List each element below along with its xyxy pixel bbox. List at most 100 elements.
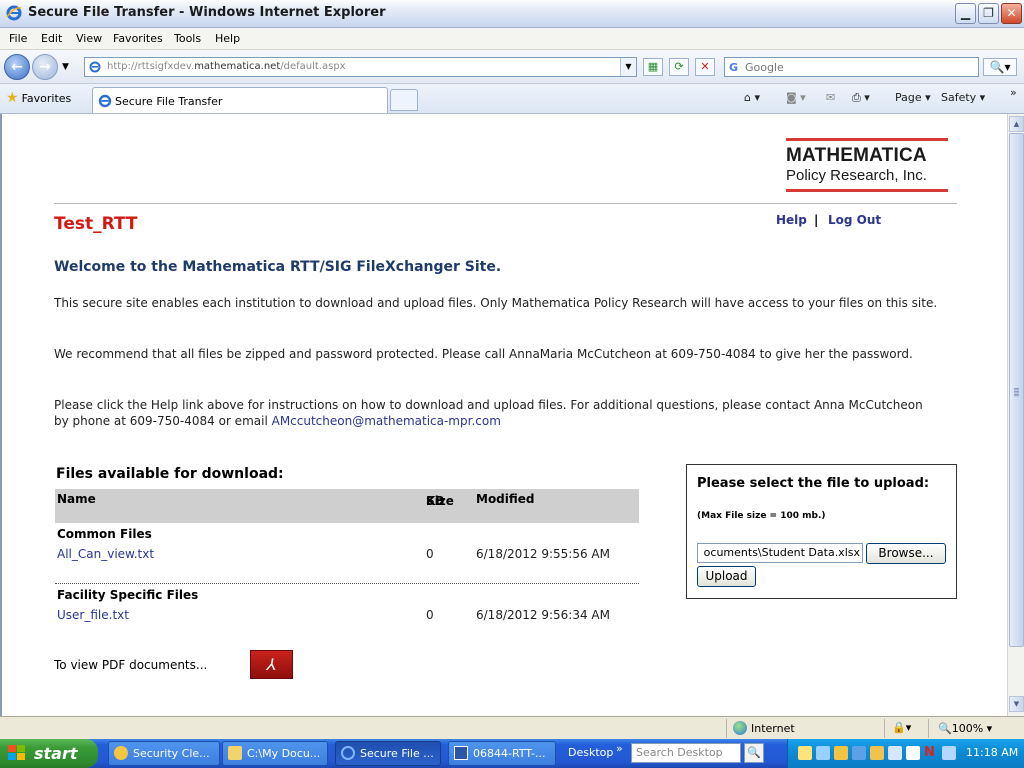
clock: 11:18 AM <box>966 746 1019 759</box>
tab-secure-file-transfer[interactable]: Secure File Transfer <box>92 87 388 113</box>
upload-panel: Please select the file to upload: (Max F… <box>686 464 957 599</box>
compatibility-view-icon[interactable]: ▦ <box>643 58 663 76</box>
site-title: Test_RTT <box>54 214 138 234</box>
favorites-button[interactable]: ★ Favorites <box>6 90 71 106</box>
ie-tab-icon <box>98 94 112 108</box>
intro-paragraph-3: Please click the Help link above for ins… <box>54 398 923 428</box>
page-icon <box>89 61 101 73</box>
minimize-button[interactable]: ▁ <box>955 3 976 24</box>
file-link-all-can-view[interactable]: All_Can_view.txt <box>57 547 154 561</box>
file-modified: 6/18/2012 9:55:56 AM <box>476 547 610 561</box>
intro-paragraph-2: We recommend that all files be zipped an… <box>54 347 913 361</box>
security-zone: Internet <box>751 722 795 735</box>
file-size: 0 <box>426 608 434 622</box>
taskbar-item-secure-file[interactable]: Secure File ... <box>335 741 441 766</box>
mail-tray-icon[interactable] <box>798 746 812 760</box>
toolbar-expand-icon[interactable]: » <box>616 742 623 755</box>
search-input[interactable] <box>745 59 975 75</box>
menu-bar: File Edit View Favorites Tools Help <box>0 28 1024 50</box>
menu-file[interactable]: File <box>9 32 27 45</box>
windows-flag-icon <box>8 745 25 760</box>
taskbar-item-word-document[interactable]: 06844-RTT-... <box>448 741 556 766</box>
new-tab-button[interactable] <box>390 89 418 111</box>
address-dropdown-icon[interactable]: ▼ <box>620 58 636 76</box>
google-icon: G <box>729 61 739 74</box>
forward-button[interactable]: → <box>32 54 58 80</box>
menu-view[interactable]: View <box>76 32 102 45</box>
stop-icon[interactable]: ✕ <box>695 58 715 76</box>
refresh-icon[interactable]: ⟳ <box>669 58 689 76</box>
mail-icon[interactable]: ✉ <box>826 91 835 104</box>
pdf-note: To view PDF documents... <box>54 658 208 672</box>
antivirus-tray-icon[interactable]: N <box>924 745 938 760</box>
recent-pages-dropdown-icon[interactable]: ▼ <box>62 62 69 72</box>
system-tray: N 11:18 AM <box>787 739 1024 768</box>
desktop-toolbar-label[interactable]: Desktop <box>568 746 613 759</box>
network-tray-icon[interactable] <box>816 746 830 760</box>
file-modified: 6/18/2012 9:56:34 AM <box>476 608 610 622</box>
email-link[interactable]: AMccutcheon@mathematica-mpr.com <box>272 414 501 428</box>
protected-mode-icon[interactable]: 🔒▾ <box>892 721 911 734</box>
back-button[interactable]: ← <box>4 54 30 80</box>
scroll-down-icon[interactable]: ▼ <box>1009 696 1024 712</box>
app-tray-icon[interactable] <box>852 746 866 760</box>
menu-tools[interactable]: Tools <box>174 32 201 45</box>
security-tray-icon[interactable] <box>834 746 848 760</box>
display-tray-icon[interactable] <box>888 746 902 760</box>
zoom-level[interactable]: 🔍100% ▾ <box>938 722 992 735</box>
feeds-icon[interactable]: ◙ ▾ <box>786 91 806 104</box>
update-tray-icon[interactable] <box>870 746 884 760</box>
group-facility-specific-files: Facility Specific Files <box>57 588 199 602</box>
address-bar: ← → ▼ http://rttsigfxdev.mathematica.net… <box>0 50 1024 84</box>
ie-icon <box>341 746 355 760</box>
upload-button[interactable]: Upload <box>697 566 756 587</box>
mathematica-logo: MATHEMATICA Policy Research, Inc. <box>786 138 948 192</box>
scroll-thumb[interactable]: ═ ═ ═ <box>1009 133 1024 647</box>
vertical-scrollbar[interactable]: ▲ ═ ═ ═ ▼ <box>1007 114 1024 716</box>
upload-title: Please select the file to upload: <box>697 476 930 491</box>
link-separator: | <box>814 213 819 227</box>
desktop-search-input[interactable]: Search Desktop <box>631 743 741 763</box>
file-link-user-file[interactable]: User_file.txt <box>57 608 129 622</box>
status-bar: Internet 🔒▾ 🔍100% ▾ <box>0 716 1024 739</box>
page-viewport: MATHEMATICA Policy Research, Inc. Test_R… <box>0 114 1024 716</box>
more-tools-icon[interactable]: » <box>1010 86 1017 99</box>
taskbar-item-security[interactable]: Security Cle... <box>108 741 220 766</box>
start-button[interactable]: start <box>0 739 98 768</box>
col-modified: Modified <box>476 492 535 506</box>
upload-file-input[interactable]: ocuments\Student Data.xlsx <box>697 543 863 563</box>
file-size: 0 <box>426 547 434 561</box>
window-title: Secure File Transfer - Windows Internet … <box>28 5 386 20</box>
scroll-up-icon[interactable]: ▲ <box>1009 116 1024 132</box>
desktop-search-icon[interactable]: 🔍 <box>744 743 764 763</box>
files-table-header: Name Size KB Modified <box>55 489 639 523</box>
safety-menu[interactable]: Safety ▾ <box>941 91 985 104</box>
favorites-bar: ★ Favorites Secure File Transfer ⌂ ▾ ◙ ▾ … <box>0 84 1024 114</box>
search-tray-icon[interactable] <box>906 746 920 760</box>
logout-link[interactable]: Log Out <box>828 213 881 227</box>
upload-size-note: (Max File size = 100 mb.) <box>697 511 826 521</box>
intro-paragraph-1: This secure site enables each institutio… <box>54 296 938 310</box>
star-icon: ★ <box>6 90 19 106</box>
help-link[interactable]: Help <box>776 213 807 227</box>
page-menu[interactable]: Page ▾ <box>895 91 931 104</box>
volume-tray-icon[interactable] <box>942 746 956 760</box>
home-icon[interactable]: ⌂ ▾ <box>744 91 760 104</box>
window-title-bar[interactable]: Secure File Transfer - Windows Internet … <box>0 0 1024 28</box>
print-icon[interactable]: ⎙ ▾ <box>852 91 870 105</box>
restore-button[interactable]: ❐ <box>978 3 999 24</box>
search-box[interactable]: G <box>724 57 979 77</box>
menu-help[interactable]: Help <box>215 32 240 45</box>
address-input[interactable]: http://rttsigfxdev.mathematica.net/defau… <box>84 57 637 77</box>
close-window-button[interactable]: ✕ <box>1001 3 1022 24</box>
menu-edit[interactable]: Edit <box>41 32 62 45</box>
taskbar-item-my-documents[interactable]: C:\My Docu... <box>222 741 328 766</box>
col-name: Name <box>57 492 96 506</box>
header-divider <box>54 203 957 204</box>
search-button[interactable]: 🔍▾ <box>983 58 1017 76</box>
browse-button[interactable]: Browse... <box>866 543 946 564</box>
menu-favorites[interactable]: Favorites <box>113 32 163 45</box>
shield-icon <box>114 746 128 760</box>
ie-logo-icon <box>6 5 22 21</box>
adobe-reader-icon[interactable]: ⅄ <box>250 650 293 679</box>
